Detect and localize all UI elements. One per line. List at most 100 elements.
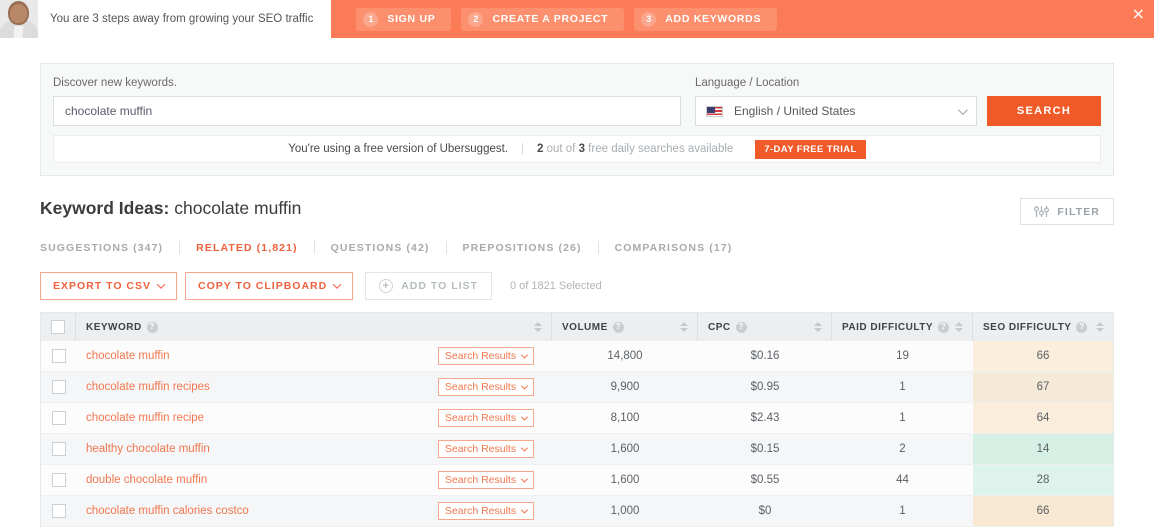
- select-all-checkbox[interactable]: [51, 320, 65, 334]
- sort-toggle-cpc[interactable]: [814, 322, 822, 332]
- page-title: Keyword Ideas: chocolate muffin: [40, 198, 301, 219]
- filter-button-label: FILTER: [1057, 205, 1100, 218]
- language-field-group: Language / Location English / United Sta…: [695, 77, 977, 126]
- search-button[interactable]: SEARCH: [987, 96, 1101, 126]
- seo-difficulty-cell: 66: [973, 496, 1113, 526]
- copy-to-clipboard-button[interactable]: COPY TO CLIPBOARD: [185, 272, 354, 300]
- keyword-link[interactable]: chocolate muffin calories costco: [86, 505, 249, 517]
- tab-prepositions[interactable]: PREPOSITIONS (26): [447, 242, 598, 254]
- search-results-label: Search Results: [444, 412, 517, 424]
- keyword-link[interactable]: chocolate muffin recipes: [86, 381, 210, 393]
- keyword-cell: chocolate muffin recipe Search Results: [76, 403, 552, 433]
- table-body: chocolate muffin Search Results 14,800 $0.1…: [41, 341, 1113, 527]
- export-to-csv-button[interactable]: EXPORT TO CSV: [40, 272, 177, 300]
- search-results-label: Search Results: [444, 474, 517, 486]
- close-icon[interactable]: ×: [1132, 6, 1145, 22]
- sort-toggle-paid-difficulty[interactable]: [955, 322, 963, 332]
- row-checkbox[interactable]: [51, 504, 66, 518]
- tab-comparisons[interactable]: COMPARISONS (17): [599, 242, 749, 254]
- column-header-seo-difficulty-label: SEO DIFFICULTY: [983, 321, 1072, 333]
- help-icon[interactable]: ?: [1076, 321, 1088, 333]
- search-input[interactable]: [53, 96, 681, 126]
- filter-button[interactable]: FILTER: [1020, 198, 1114, 225]
- help-icon[interactable]: ?: [146, 321, 158, 333]
- search-results-button[interactable]: Search Results: [438, 440, 534, 458]
- row-checkbox[interactable]: [51, 411, 66, 425]
- tab-questions[interactable]: QUESTIONS (42): [315, 242, 446, 254]
- row-checkbox[interactable]: [51, 442, 66, 456]
- row-select-cell: [41, 341, 76, 371]
- column-header-keyword[interactable]: KEYWORD ?: [76, 313, 552, 341]
- row-checkbox[interactable]: [51, 349, 66, 363]
- promo-step-sign-up[interactable]: 1 SIGN UP: [356, 7, 452, 31]
- cpc-cell: $0.15: [750, 443, 780, 455]
- promo-step-add-keywords[interactable]: 3 ADD KEYWORDS: [634, 7, 778, 31]
- us-flag-icon: [706, 105, 723, 117]
- help-icon[interactable]: ?: [735, 321, 747, 333]
- step-number-1: 1: [363, 11, 379, 27]
- search-results-button[interactable]: Search Results: [438, 502, 534, 520]
- search-results-button[interactable]: Search Results: [438, 378, 534, 396]
- page-title-keyword: chocolate muffin: [174, 198, 302, 218]
- tab-related[interactable]: RELATED (1,821): [180, 242, 314, 254]
- seo-difficulty-cell: 67: [973, 372, 1113, 402]
- volume-cell: 9,900: [610, 381, 640, 393]
- add-to-list-button[interactable]: + ADD TO LIST: [365, 272, 492, 300]
- plus-icon: +: [379, 279, 394, 293]
- search-results-button[interactable]: Search Results: [438, 409, 534, 427]
- column-header-cpc-label: CPC: [708, 321, 731, 333]
- search-results-button[interactable]: Search Results: [438, 347, 534, 365]
- filter-sliders-icon: [1034, 206, 1050, 217]
- row-checkbox[interactable]: [51, 473, 66, 487]
- chevron-down-icon: [521, 506, 529, 514]
- search-results-button[interactable]: Search Results: [438, 471, 534, 489]
- sort-toggle-seo-difficulty[interactable]: [1096, 322, 1104, 332]
- promo-step-create-project[interactable]: 2 CREATE A PROJECT: [461, 7, 625, 31]
- row-select-cell: [41, 496, 76, 526]
- column-header-seo-difficulty[interactable]: SEO DIFFICULTY ?: [973, 313, 1113, 341]
- seo-difficulty-cell: 64: [973, 403, 1113, 433]
- notice-divider: |: [521, 143, 524, 155]
- search-row: Discover new keywords. Language / Locati…: [53, 77, 1101, 126]
- help-icon[interactable]: ?: [938, 321, 950, 333]
- keyword-link[interactable]: chocolate muffin recipe: [86, 412, 204, 424]
- notice-free-version-text: You're using a free version of Ubersugge…: [288, 143, 508, 155]
- chevron-down-icon: [332, 280, 342, 289]
- paid-difficulty-cell: 2: [899, 443, 906, 455]
- keyword-table: KEYWORD ? VOLUME ? CPC ? PAID DIFFICULTY…: [40, 312, 1114, 527]
- free-trial-button[interactable]: 7-DAY FREE TRIAL: [755, 139, 866, 159]
- promo-left-block: You are 3 steps away from growing your S…: [0, 0, 332, 38]
- seo-difficulty-cell: 14: [973, 434, 1113, 464]
- keyword-cell: double chocolate muffin Search Results: [76, 465, 552, 495]
- help-icon[interactable]: ?: [612, 321, 624, 333]
- chevron-down-icon: [521, 413, 529, 421]
- table-row: chocolate muffin recipe Search Results 8,1…: [41, 403, 1113, 434]
- notice-mid-text: out of: [543, 143, 579, 155]
- table-row: chocolate muffin Search Results 14,800 $0.1…: [41, 341, 1113, 372]
- search-results-label: Search Results: [444, 443, 517, 455]
- table-row: chocolate muffin calories costco Search R…: [41, 496, 1113, 527]
- sort-toggle-volume[interactable]: [680, 322, 688, 332]
- step-label-2: CREATE A PROJECT: [492, 13, 609, 25]
- keyword-link[interactable]: healthy chocolate muffin: [86, 443, 210, 455]
- row-checkbox[interactable]: [51, 380, 66, 394]
- column-header-paid-difficulty[interactable]: PAID DIFFICULTY ?: [832, 313, 973, 341]
- column-header-paid-difficulty-label: PAID DIFFICULTY: [842, 321, 934, 333]
- keyword-link[interactable]: chocolate muffin: [86, 350, 170, 362]
- column-header-cpc[interactable]: CPC ?: [698, 313, 832, 341]
- keyword-link[interactable]: double chocolate muffin: [86, 474, 207, 486]
- keyword-cell: chocolate muffin calories costco Search R…: [76, 496, 552, 526]
- tab-suggestions[interactable]: SUGGESTIONS (347): [40, 242, 179, 254]
- paid-difficulty-cell: 1: [899, 505, 906, 517]
- step-label-1: SIGN UP: [387, 13, 436, 25]
- selected-count: 0 of 1821 Selected: [509, 280, 602, 292]
- table-row: chocolate muffin recipes Search Results 9,…: [41, 372, 1113, 403]
- column-header-volume[interactable]: VOLUME ?: [552, 313, 698, 341]
- sort-toggle-keyword[interactable]: [534, 322, 542, 332]
- search-results-label: Search Results: [444, 381, 517, 393]
- language-field-label: Language / Location: [695, 77, 800, 89]
- language-select[interactable]: English / United States: [695, 96, 977, 126]
- results-header: Keyword Ideas: chocolate muffin FILTER: [40, 198, 1114, 225]
- select-all-header: [41, 313, 76, 341]
- row-select-cell: [41, 403, 76, 433]
